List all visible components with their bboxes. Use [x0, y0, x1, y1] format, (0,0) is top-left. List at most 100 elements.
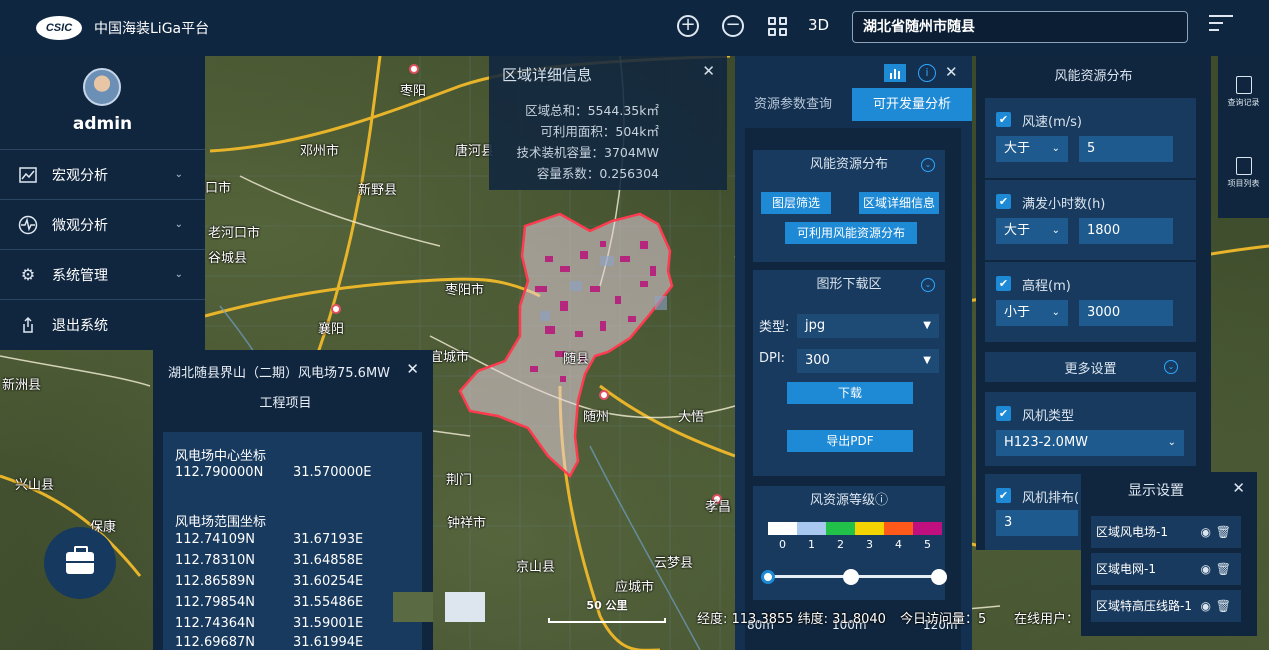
project-list-icon — [1235, 157, 1252, 175]
vector-basemap-thumbnail[interactable] — [445, 592, 485, 622]
sidebar-item-label: 宏观分析 — [52, 167, 108, 184]
region-capacity: 技术装机容量：3704MW — [516, 145, 659, 160]
range-lon: 31.55486E — [293, 595, 364, 610]
eye-icon[interactable]: ◉ — [1201, 590, 1211, 622]
layer-name: 区域风电场-1 — [1096, 525, 1168, 539]
height-slider-handle[interactable] — [843, 569, 859, 585]
layer-filter-button[interactable]: 图层筛选 — [761, 192, 831, 214]
grid-layout-icon[interactable] — [765, 14, 789, 38]
layer-item[interactable]: 区域电网-1 ◉ 🗑 — [1091, 553, 1241, 585]
turbine-type-select[interactable]: H123-2.0MW ⌄ — [996, 430, 1184, 456]
full-load-hours-value-input[interactable]: 1800 — [1079, 218, 1173, 244]
zoom-in-icon[interactable]: + — [676, 14, 700, 38]
legend-label: 0 — [779, 538, 786, 551]
map-label: 兴山县 — [15, 478, 55, 493]
section-title: 风能资源分布 — [809, 157, 888, 172]
analysis-panel: i ✕ 资源参数查询 可开发量分析 风能资源分布 ⌄ 图层筛选 区域详细信息 可… — [735, 56, 972, 650]
eye-icon[interactable]: ◉ — [1201, 553, 1211, 585]
eye-icon[interactable]: ◉ — [1201, 516, 1211, 548]
turbine-type-checkbox[interactable]: ✔ — [996, 406, 1011, 421]
layer-name: 区域特高压线路-1 — [1096, 599, 1192, 613]
elevation-value-input[interactable]: 3000 — [1079, 300, 1173, 326]
sidebar-item-macro-analysis[interactable]: 宏观分析 ⌄ — [0, 149, 205, 199]
trash-icon[interactable]: 🗑 — [1216, 590, 1231, 622]
turbine-layout-checkbox[interactable]: ✔ — [996, 488, 1011, 503]
display-settings-title: 显示设置 — [1128, 483, 1184, 499]
region-detail-button[interactable]: 区域详细信息 — [859, 192, 939, 214]
turbine-type-value: H123-2.0MW — [1004, 435, 1089, 450]
chevron-down-icon: ⌄ — [174, 269, 183, 280]
chevron-down-icon: ⌄ — [1164, 360, 1178, 374]
download-button[interactable]: 下载 — [787, 382, 913, 404]
dpi-select[interactable]: 300 ▼ — [797, 349, 939, 373]
chevron-down-icon[interactable]: ⌄ — [921, 158, 935, 172]
wind-speed-checkbox[interactable]: ✔ — [996, 112, 1011, 127]
map-label: 钟祥市 — [447, 516, 487, 531]
query-record-button[interactable]: 查询记录 — [1218, 76, 1269, 108]
query-record-label: 查询记录 — [1227, 98, 1260, 107]
turbine-layout-input[interactable]: 3 — [996, 510, 1078, 536]
close-icon[interactable]: ✕ — [406, 360, 419, 378]
map-label: 襄阳 — [318, 322, 345, 337]
wind-panel-title: 风能资源分布 — [1054, 69, 1133, 84]
map-label: 谷城县 — [208, 251, 248, 266]
trash-icon[interactable]: 🗑 — [1216, 553, 1231, 585]
close-icon[interactable]: ✕ — [1232, 479, 1245, 497]
layer-item[interactable]: 区域风电场-1 ◉ 🗑 — [1091, 516, 1241, 548]
bar-chart-icon[interactable] — [884, 64, 906, 82]
type-select[interactable]: jpg ▼ — [797, 314, 939, 338]
3d-toggle-button[interactable]: 3D — [808, 16, 829, 34]
legend-label: 3 — [866, 538, 873, 551]
more-settings-header[interactable]: 更多设置 ⌄ — [985, 352, 1196, 382]
section-title: 风资源等级ⓘ — [809, 493, 888, 508]
chevron-down-icon: ⌄ — [174, 169, 183, 180]
layer-item[interactable]: 区域特高压线路-1 ◉ 🗑 — [1091, 590, 1241, 622]
project-panel: 湖北随县界山（二期）风电场75.6MW ✕ 工程项目 风电场中心坐标 112.7… — [153, 350, 433, 650]
full-load-hours-checkbox[interactable]: ✔ — [996, 194, 1011, 209]
map-label: 宜城市 — [430, 350, 470, 365]
close-icon[interactable]: ✕ — [702, 62, 715, 80]
map-label: 荆门 — [446, 473, 473, 488]
dpi-label: DPI: — [759, 351, 786, 366]
satellite-basemap-thumbnail[interactable] — [393, 592, 433, 622]
elevation-operator-select[interactable]: 小于 ⌄ — [996, 300, 1068, 326]
trash-icon[interactable]: 🗑 — [1216, 516, 1231, 548]
height-slider-handle[interactable] — [931, 569, 947, 585]
wind-speed-operator-select[interactable]: 大于 ⌄ — [996, 136, 1068, 162]
elevation-checkbox[interactable]: ✔ — [996, 276, 1011, 291]
region-search-input[interactable]: 湖北省随州市随县 — [852, 11, 1188, 43]
filter-label: 满发小时数(h) — [1022, 197, 1106, 212]
project-list-button[interactable]: 项目列表 — [1218, 157, 1269, 189]
app-title: 中国海装LiGa平台 — [94, 21, 210, 37]
chevron-down-icon: ⌄ — [174, 219, 183, 230]
export-pdf-button[interactable]: 导出PDF — [787, 430, 913, 452]
wind-distribution-section: 风能资源分布 ⌄ 图层筛选 区域详细信息 可利用风能资源分布 — [753, 150, 945, 262]
usable-wind-distribution-button[interactable]: 可利用风能资源分布 — [785, 222, 917, 244]
map-scale-bar — [548, 618, 666, 623]
close-icon[interactable]: ✕ — [945, 63, 958, 81]
sidebar-item-logout[interactable]: 退出系统 — [0, 299, 205, 349]
sidebar-item-system-management[interactable]: ⚙ 系统管理 ⌄ — [0, 249, 205, 299]
wind-speed-value-input[interactable]: 5 — [1079, 136, 1173, 162]
today-visits: 今日访问量：5 — [900, 612, 987, 627]
range-lon: 31.67193E — [293, 532, 364, 547]
full-load-hours-operator-select[interactable]: 大于 ⌄ — [996, 218, 1068, 244]
sidebar-item-micro-analysis[interactable]: 微观分析 ⌄ — [0, 199, 205, 249]
tab-resource-query[interactable]: 资源参数查询 — [735, 88, 851, 121]
range-lat: 112.79854N — [175, 595, 256, 610]
tab-development-analysis[interactable]: 可开发量分析 — [852, 88, 972, 121]
map-label: 随县 — [563, 352, 590, 367]
toolbox-button[interactable] — [44, 527, 116, 599]
filter-label: 风速(m/s) — [1022, 115, 1082, 130]
menu-icon[interactable] — [1209, 15, 1233, 37]
range-lon: 31.59001E — [293, 616, 364, 631]
avatar[interactable] — [83, 68, 121, 106]
zoom-out-icon[interactable]: − — [721, 14, 745, 38]
height-slider-handle[interactable] — [761, 570, 775, 584]
logout-icon — [18, 315, 38, 335]
top-bar: CSIC 中国海装LiGa平台 + − 3D 湖北省随州市随县 — [0, 0, 1269, 56]
legend-label: 2 — [837, 538, 844, 551]
chevron-down-icon[interactable]: ⌄ — [921, 278, 935, 292]
wind-level-section: 风资源等级ⓘ 0 1 2 3 4 5 — [753, 486, 947, 600]
info-icon[interactable]: i — [918, 64, 936, 82]
